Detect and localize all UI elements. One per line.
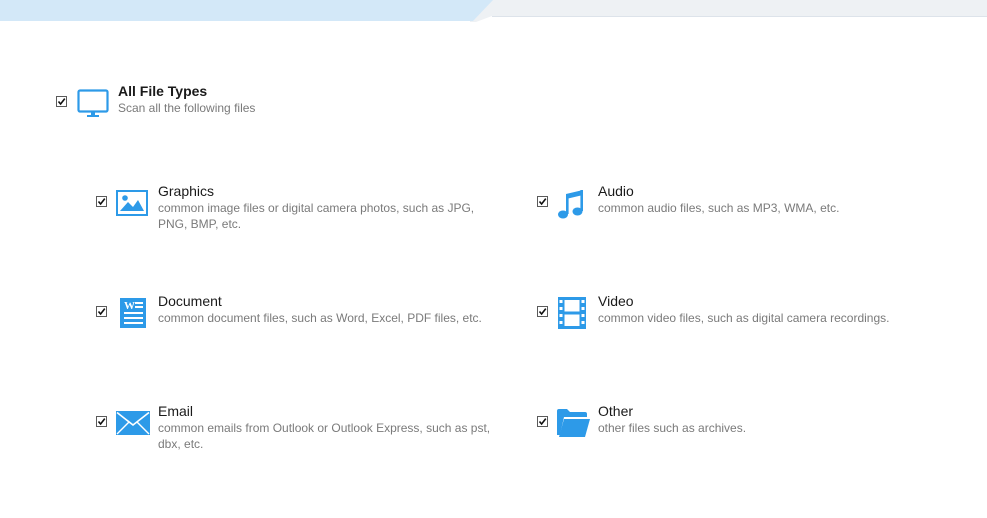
audio-title: Audio [598, 183, 634, 199]
audio-desc: common audio files, such as MP3, WMA, et… [598, 201, 840, 215]
film-icon [558, 297, 586, 329]
video-checkbox[interactable] [537, 306, 548, 317]
other-desc: other files such as archives. [598, 421, 747, 435]
document-title: Document [158, 293, 222, 309]
other-checkbox[interactable] [537, 416, 548, 427]
folder-icon [557, 409, 590, 437]
graphics-title: Graphics [158, 183, 215, 199]
graphics-checkbox[interactable] [96, 196, 107, 207]
all-file-types-title: All File Types [118, 83, 208, 99]
graphics-desc: common image files or digital camera pho… [158, 201, 475, 231]
audio-checkbox[interactable] [537, 196, 548, 207]
all-file-types-checkbox[interactable] [56, 96, 67, 107]
top-tab-strip [0, 0, 987, 22]
video-title: Video [598, 293, 634, 309]
email-desc: common emails from Outlook or Outlook Ex… [158, 421, 491, 451]
document-checkbox[interactable] [96, 306, 107, 317]
all-file-types-desc: Scan all the following files [118, 101, 256, 115]
image-icon [116, 190, 148, 216]
envelope-icon [116, 411, 150, 435]
svg-text:W: W [124, 300, 135, 312]
monitor-icon [77, 89, 109, 119]
document-desc: common document files, such as Word, Exc… [158, 311, 482, 325]
other-title: Other [598, 403, 634, 419]
music-note-icon [557, 188, 585, 220]
email-checkbox[interactable] [96, 416, 107, 427]
email-title: Email [158, 403, 194, 419]
video-desc: common video files, such as digital came… [598, 311, 890, 325]
document-icon: W [120, 298, 146, 328]
